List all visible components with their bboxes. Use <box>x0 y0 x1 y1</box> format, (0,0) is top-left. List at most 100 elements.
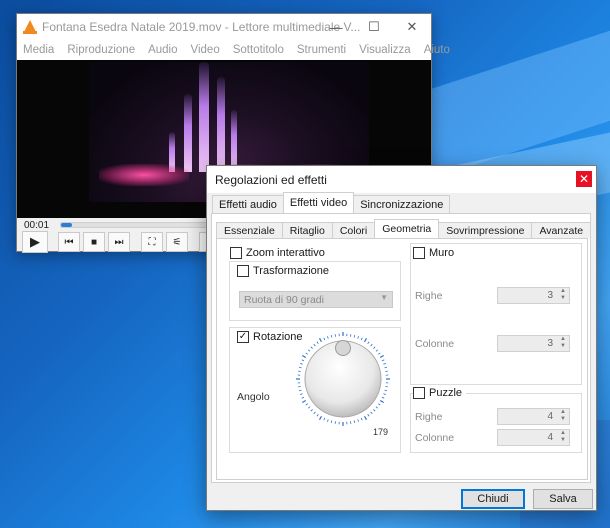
dial-tick <box>330 334 333 338</box>
dial-tick <box>310 346 313 349</box>
dialog-title-bar[interactable]: Regolazioni ed effetti ✕ <box>207 166 596 193</box>
next-icon: ⏭ <box>114 236 124 248</box>
extended-settings-button[interactable]: ⚟ <box>166 232 188 252</box>
tab-avanzate[interactable]: Avanzate <box>531 222 592 238</box>
play-button[interactable]: ▶ <box>22 231 48 253</box>
effetti-video-panel: Essenziale Ritaglio Colori Geometria Sov… <box>211 213 592 483</box>
next-button[interactable]: ⏭ <box>108 232 130 252</box>
stop-button[interactable]: ■ <box>83 232 105 252</box>
angle-dial[interactable] <box>295 331 391 427</box>
close-button[interactable]: Chiudi <box>461 489 525 509</box>
tab-effetti-video[interactable]: Effetti video <box>282 192 355 213</box>
puzzle-rows-spinbox[interactable]: 4 ▲ ▼ <box>497 408 570 425</box>
sliders-icon: ⚟ <box>172 236 182 248</box>
vlc-window-title: Fontana Esedra Natale 2019.mov - Lettore… <box>42 20 361 34</box>
dial-tick <box>383 393 386 395</box>
wall-rows-value: 3 <box>547 290 553 301</box>
previous-button[interactable]: ⏮ <box>58 232 80 252</box>
dial-tick <box>381 359 385 362</box>
menu-aiuto[interactable]: Aiuto <box>424 44 450 56</box>
dial-tick <box>373 346 376 349</box>
puzzle-checkbox[interactable]: Puzzle <box>413 387 467 399</box>
dial-tick <box>301 399 307 404</box>
transform-label: Trasformazione <box>253 265 330 277</box>
puzzle-check-box[interactable] <box>413 387 425 399</box>
window-controls: — ☐ ✕ <box>317 14 431 40</box>
zoom-check-box[interactable] <box>230 247 242 259</box>
effects-dialog: Regolazioni ed effetti ✕ Effetti audio E… <box>206 165 597 511</box>
dial-tick <box>353 334 356 338</box>
vlc-title-bar[interactable]: Fontana Esedra Natale 2019.mov - Lettore… <box>17 14 431 40</box>
wall-cols-value: 3 <box>547 338 553 349</box>
dial-tick <box>373 409 376 412</box>
tab-ritaglio[interactable]: Ritaglio <box>281 222 333 238</box>
puzzle-cols-spinbox[interactable]: 4 ▲ ▼ <box>497 429 570 446</box>
menu-strumenti[interactable]: Strumenti <box>297 44 346 56</box>
wall-checkbox[interactable]: Muro <box>413 247 454 259</box>
dial-tick <box>367 341 370 345</box>
menu-visualizza[interactable]: Visualizza <box>359 44 411 56</box>
puzzle-cols-label: Colonne <box>415 432 455 444</box>
puzzle-label: Puzzle <box>429 387 463 399</box>
dial-tick <box>370 411 373 415</box>
spin-arrows-icon[interactable]: ▲ ▼ <box>560 430 566 444</box>
menu-video[interactable]: Video <box>191 44 220 56</box>
seek-progress <box>61 223 72 227</box>
dial-tick <box>384 389 388 392</box>
dial-tick <box>300 363 303 365</box>
dial-tick <box>305 403 309 406</box>
tab-sincronizzazione[interactable]: Sincronizzazione <box>353 195 451 213</box>
minimize-icon[interactable]: — <box>317 14 355 40</box>
dial-tick <box>305 352 309 355</box>
fullscreen-button[interactable]: ⛶ <box>141 232 163 252</box>
stop-icon: ■ <box>90 236 98 248</box>
spin-arrows-icon[interactable]: ▲ ▼ <box>560 409 566 423</box>
tab-colori[interactable]: Colori <box>331 222 376 238</box>
dial-tick <box>353 420 356 424</box>
save-button[interactable]: Salva <box>533 489 593 509</box>
dial-tick <box>310 409 313 412</box>
tab-sovrimpressione[interactable]: Sovrimpressione <box>438 222 533 238</box>
tab-effetti-audio[interactable]: Effetti audio <box>212 195 284 213</box>
dial-tick <box>318 337 323 343</box>
menu-media[interactable]: Media <box>23 44 54 56</box>
wall-rows-spinbox[interactable]: 3 ▲ ▼ <box>497 287 570 304</box>
dial-tick <box>367 413 370 417</box>
dial-tick <box>323 417 326 421</box>
dial-tick <box>300 393 303 395</box>
tab-essenziale[interactable]: Essenziale <box>216 222 283 238</box>
dial-tick <box>316 341 319 345</box>
elapsed-time: 00:01 <box>24 219 50 231</box>
vlc-cone-icon <box>23 20 37 34</box>
wall-label: Muro <box>429 247 455 259</box>
menu-audio[interactable]: Audio <box>148 44 177 56</box>
close-icon[interactable]: ✕ <box>393 14 431 40</box>
spin-arrows-icon[interactable]: ▲ ▼ <box>560 288 566 302</box>
rotation-check-box[interactable]: ✓ <box>237 331 249 343</box>
puzzle-cols-value: 4 <box>547 432 553 443</box>
dial-handle <box>335 340 351 356</box>
dial-tick <box>381 396 385 399</box>
dial-tick <box>313 411 316 415</box>
dial-tick <box>327 419 329 422</box>
menu-sottotitolo[interactable]: Sottotitolo <box>233 44 284 56</box>
dial-tick <box>330 420 333 424</box>
rotation-checkbox[interactable]: ✓ Rotazione <box>237 331 303 343</box>
wall-check-box[interactable] <box>413 247 425 259</box>
maximize-icon[interactable]: ☐ <box>355 14 393 40</box>
wall-cols-spinbox[interactable]: 3 ▲ ▼ <box>497 335 570 352</box>
dial-tick <box>377 403 381 406</box>
dial-tick <box>363 337 368 343</box>
zoom-checkbox[interactable]: Zoom interattivo <box>230 247 325 259</box>
outer-tab-bar: Effetti audio Effetti video Sincronizzaz… <box>212 192 451 213</box>
tab-geometria[interactable]: Geometria <box>374 219 440 238</box>
dial-tick <box>360 337 363 341</box>
spin-arrows-icon[interactable]: ▲ ▼ <box>560 336 566 350</box>
transform-checkbox[interactable]: Trasformazione <box>237 265 329 277</box>
transform-check-box[interactable] <box>237 265 249 277</box>
dialog-close-button[interactable]: ✕ <box>576 171 592 187</box>
angle-label: Angolo <box>237 391 270 403</box>
transform-select[interactable]: Ruota di 90 gradi ▼ <box>239 291 393 308</box>
dial-tick <box>357 336 359 339</box>
menu-riproduzione[interactable]: Riproduzione <box>67 44 135 56</box>
